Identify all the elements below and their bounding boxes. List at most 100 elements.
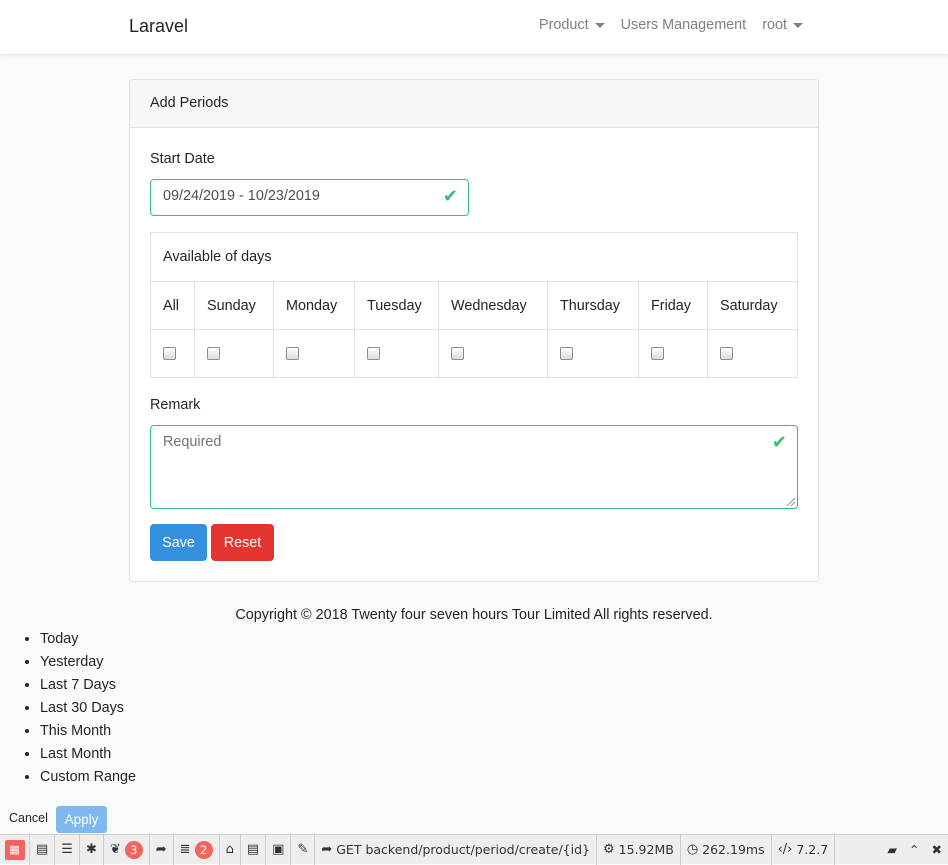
day-header-tuesday: Tuesday	[354, 281, 439, 330]
nav-users-management[interactable]: Users Management	[613, 17, 755, 33]
checkbox-friday[interactable]	[651, 347, 664, 361]
nav-user-dropdown[interactable]: root	[754, 17, 811, 33]
folder-open-icon[interactable]: ▰	[881, 835, 903, 865]
day-cell-thursday	[547, 329, 639, 378]
nav-user-label: root	[762, 17, 787, 33]
time-value: 262.19ms	[702, 842, 765, 857]
debugbar-memory: ⚙ 15.92MB	[597, 834, 681, 865]
debugbar-tab-gate[interactable]: ▤	[241, 834, 267, 865]
debugbar-tab-timeline[interactable]: ☰	[55, 834, 80, 865]
close-icon[interactable]: ✖	[926, 835, 948, 865]
nav-product-dropdown[interactable]: Product	[531, 17, 613, 33]
day-cell-wednesday	[438, 329, 548, 378]
day-header-saturday: Saturday	[707, 281, 798, 330]
debugbar-time: ◷ 262.19ms	[681, 834, 772, 865]
debugbar-logo[interactable]: ▦	[0, 834, 30, 865]
nav-menu: Product Users Management root	[531, 17, 811, 33]
range-custom[interactable]: Custom Range	[40, 766, 136, 789]
start-date-label: Start Date	[150, 151, 215, 167]
debugbar-tab-request[interactable]: ✎	[291, 834, 316, 865]
day-header-monday: Monday	[273, 281, 355, 330]
inbox-icon: ⌂	[225, 842, 234, 857]
memory-value: 15.92MB	[618, 842, 674, 857]
remark-label: Remark	[150, 397, 201, 413]
debugbar: ▦ ▤ ☰ ✱ ❦ 3 ➦ ≣ 2 ⌂ ▤ ▣ ✎ ➦ GET backend/…	[0, 834, 948, 865]
daterange-apply-button[interactable]: Apply	[56, 806, 107, 833]
day-header-friday: Friday	[638, 281, 708, 330]
clock-icon: ◷	[686, 842, 699, 857]
archive-icon: ▣	[272, 842, 285, 857]
day-cell-all	[150, 329, 195, 378]
tags-icon: ✎	[297, 842, 309, 857]
day-header-wednesday: Wednesday	[438, 281, 548, 330]
checkbox-wednesday[interactable]	[451, 347, 464, 361]
range-last-7-days[interactable]: Last 7 Days	[40, 674, 136, 697]
day-cell-monday	[273, 329, 355, 378]
timeline-icon: ☰	[61, 842, 73, 857]
list-icon: ▤	[36, 842, 49, 857]
share-icon: ➦	[321, 842, 333, 857]
start-date-input[interactable]: 09/24/2019 - 10/23/2019 ✔	[150, 179, 469, 216]
caret-down-icon	[793, 22, 803, 28]
available-days-table: Available of days All Sunday Monday Tues…	[150, 232, 798, 378]
day-header-all: All	[150, 281, 195, 330]
range-yesterday[interactable]: Yesterday	[40, 651, 136, 674]
nav-users-label: Users Management	[620, 17, 747, 33]
range-today[interactable]: Today	[40, 628, 136, 651]
start-date-value: 09/24/2019 - 10/23/2019	[163, 188, 320, 204]
add-periods-card: Add Periods Start Date 09/24/2019 - 10/2…	[129, 79, 819, 582]
checkbox-monday[interactable]	[286, 347, 299, 361]
range-this-month[interactable]: This Month	[40, 720, 136, 743]
chevron-up-icon[interactable]: ⌃	[903, 835, 925, 865]
brand-link[interactable]: Laravel	[129, 16, 188, 37]
days-caption: Available of days	[150, 232, 798, 282]
debugbar-tab-views[interactable]: ❦ 3	[104, 834, 150, 865]
views-count-badge: 3	[124, 840, 143, 859]
navbar: Laravel Product Users Management root	[0, 0, 948, 55]
list-alt-icon: ▤	[246, 842, 260, 857]
laravel-logo-icon: ▦	[4, 839, 25, 860]
checkbox-sunday[interactable]	[207, 347, 220, 361]
request-path: GET backend/product/period/create/{id}	[336, 842, 590, 857]
resize-handle-icon[interactable]	[787, 498, 795, 506]
daterange-cancel-button[interactable]: Cancel	[9, 811, 48, 825]
reset-button[interactable]: Reset	[211, 524, 274, 561]
caret-down-icon	[594, 22, 605, 28]
share-icon: ➦	[155, 842, 167, 857]
range-last-month[interactable]: Last Month	[40, 743, 136, 766]
debugbar-tab-exceptions[interactable]: ✱	[80, 834, 104, 865]
day-header-thursday: Thursday	[547, 281, 639, 330]
debugbar-tab-mails[interactable]: ⌂	[220, 834, 241, 865]
remark-placeholder: Required	[163, 434, 222, 450]
check-icon: ✔	[442, 186, 458, 206]
checkbox-saturday[interactable]	[720, 347, 733, 361]
cogs-icon: ⚙	[603, 842, 615, 857]
day-cell-sunday	[194, 329, 274, 378]
range-last-30-days[interactable]: Last 30 Days	[40, 697, 136, 720]
debugbar-tab-messages-list[interactable]: ▤	[30, 834, 56, 865]
debugbar-tab-session[interactable]: ▣	[266, 834, 292, 865]
debugbar-php-version: ‹/› 7.2.7	[772, 834, 836, 865]
day-cell-saturday	[707, 329, 798, 378]
debugbar-request-info: ➦ GET backend/product/period/create/{id}	[315, 834, 597, 865]
checkbox-thursday[interactable]	[560, 347, 573, 361]
bug-icon: ✱	[85, 842, 97, 857]
debugbar-tab-queries[interactable]: ≣ 2	[174, 834, 220, 865]
remark-textarea[interactable]: Required ✔	[150, 425, 798, 509]
queries-count-badge: 2	[194, 840, 213, 859]
checkbox-tuesday[interactable]	[367, 347, 380, 361]
save-button[interactable]: Save	[150, 524, 207, 561]
checkbox-all[interactable]	[163, 347, 176, 361]
daterange-ranges: Today Yesterday Last 7 Days Last 30 Days…	[22, 628, 136, 789]
leaf-icon: ❦	[109, 842, 121, 857]
database-icon: ≣	[179, 842, 191, 857]
day-header-sunday: Sunday	[194, 281, 274, 330]
copyright-footer: Copyright © 2018 Twenty four seven hours…	[235, 607, 713, 623]
code-icon: ‹/›	[777, 842, 793, 857]
day-cell-tuesday	[354, 329, 439, 378]
day-cell-friday	[638, 329, 708, 378]
card-header: Add Periods	[130, 80, 818, 128]
php-version-value: 7.2.7	[796, 842, 829, 857]
debugbar-tab-route[interactable]: ➦	[150, 834, 174, 865]
debugbar-controls: ▰ ⌃ ✖	[881, 835, 948, 865]
